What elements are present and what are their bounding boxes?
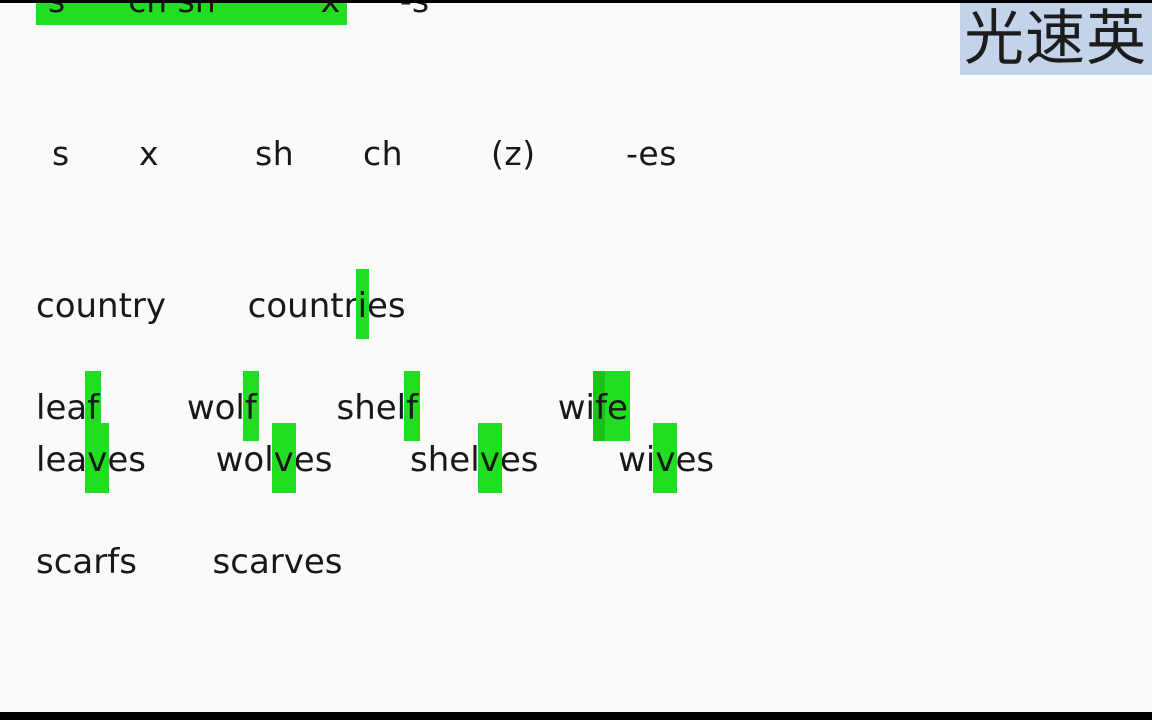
country-plural-highlight-i: i (355, 269, 370, 339)
country-plural-suffix: es (367, 286, 406, 326)
word-wives: wives (618, 423, 715, 493)
slide-frame: s ch sh x -s s x sh ch (z) -es country c… (0, 0, 1152, 720)
wife-highlight-letter-e: e (606, 388, 628, 428)
leaves-prefix: lea (36, 440, 88, 480)
ending-item-ch: ch (363, 134, 404, 173)
wives-prefix: wi (618, 440, 656, 480)
leaves-suffix: es (107, 440, 146, 480)
wolf-highlight-letter: f (244, 388, 257, 428)
letterbox-bar-bottom (0, 712, 1152, 720)
wolves-highlight-letter: v (273, 440, 294, 480)
shelves-highlight-v: v (477, 423, 502, 493)
word-scarves: scarves (212, 542, 343, 582)
word-country-plural: countries (247, 269, 406, 339)
f-plural-row: leaves wolves shelves wives (36, 423, 715, 493)
wives-highlight-v: v (653, 423, 678, 493)
f-singular-row: leaf wolf shelf wife (36, 371, 630, 441)
word-leaf: leaf (36, 371, 102, 441)
wife-highlight-e: e (604, 371, 630, 441)
word-wolves: wolves (215, 423, 333, 493)
ending-item-s: s (52, 134, 70, 173)
ending-item-sh: sh (255, 134, 295, 173)
wolves-suffix: es (293, 440, 333, 480)
scarf-row: scarfs scarves (36, 542, 343, 582)
leaves-highlight-letter: v (87, 440, 108, 480)
wives-suffix: es (675, 440, 715, 480)
wives-highlight-letter: v (655, 440, 676, 480)
shelves-prefix: shel (410, 440, 480, 480)
wife-highlight-letter-f: f (595, 388, 607, 428)
wife-highlight-f: f (593, 371, 609, 441)
leaf-highlight-f: f (85, 371, 102, 441)
word-country-singular: country (36, 286, 167, 326)
leaf-highlight-letter: f (87, 388, 100, 428)
shelf-highlight-letter: f (406, 388, 419, 428)
leaf-prefix: lea (36, 388, 88, 428)
wolves-highlight-v: v (271, 423, 296, 493)
top-rule-text: s ch sh x (48, 3, 340, 20)
country-row: country countries (36, 269, 406, 339)
ending-item-x: x (139, 134, 160, 173)
ending-item-z: (z) (491, 134, 536, 173)
endings-row: s x sh ch (z) -es (52, 134, 677, 173)
wolf-highlight-f: f (242, 371, 259, 441)
country-plural-highlight-letter: i (357, 286, 368, 326)
country-plural-prefix: countr (247, 286, 358, 326)
shelves-suffix: es (499, 440, 539, 480)
word-scarfs: scarfs (36, 542, 137, 582)
word-shelf: shelf (336, 371, 421, 441)
shelf-prefix: shel (336, 388, 407, 428)
top-rule-suffix: -s (400, 3, 429, 20)
shelves-highlight-letter: v (479, 440, 500, 480)
shelf-highlight-f: f (404, 371, 421, 441)
wolf-prefix: wol (186, 388, 245, 428)
word-leaves: leaves (36, 423, 146, 493)
wife-prefix: wi (557, 388, 595, 428)
word-shelves: shelves (410, 423, 539, 493)
wolves-prefix: wol (215, 440, 274, 480)
slide-canvas: s ch sh x -s s x sh ch (z) -es country c… (0, 3, 1152, 712)
word-wolf: wolf (186, 371, 259, 441)
word-wife: wife (557, 371, 630, 441)
ending-item-es: -es (626, 134, 677, 173)
watermark-text: 光速英 (964, 4, 1147, 74)
watermark: 光速英 (960, 3, 1152, 75)
leaves-highlight-v: v (85, 423, 110, 493)
